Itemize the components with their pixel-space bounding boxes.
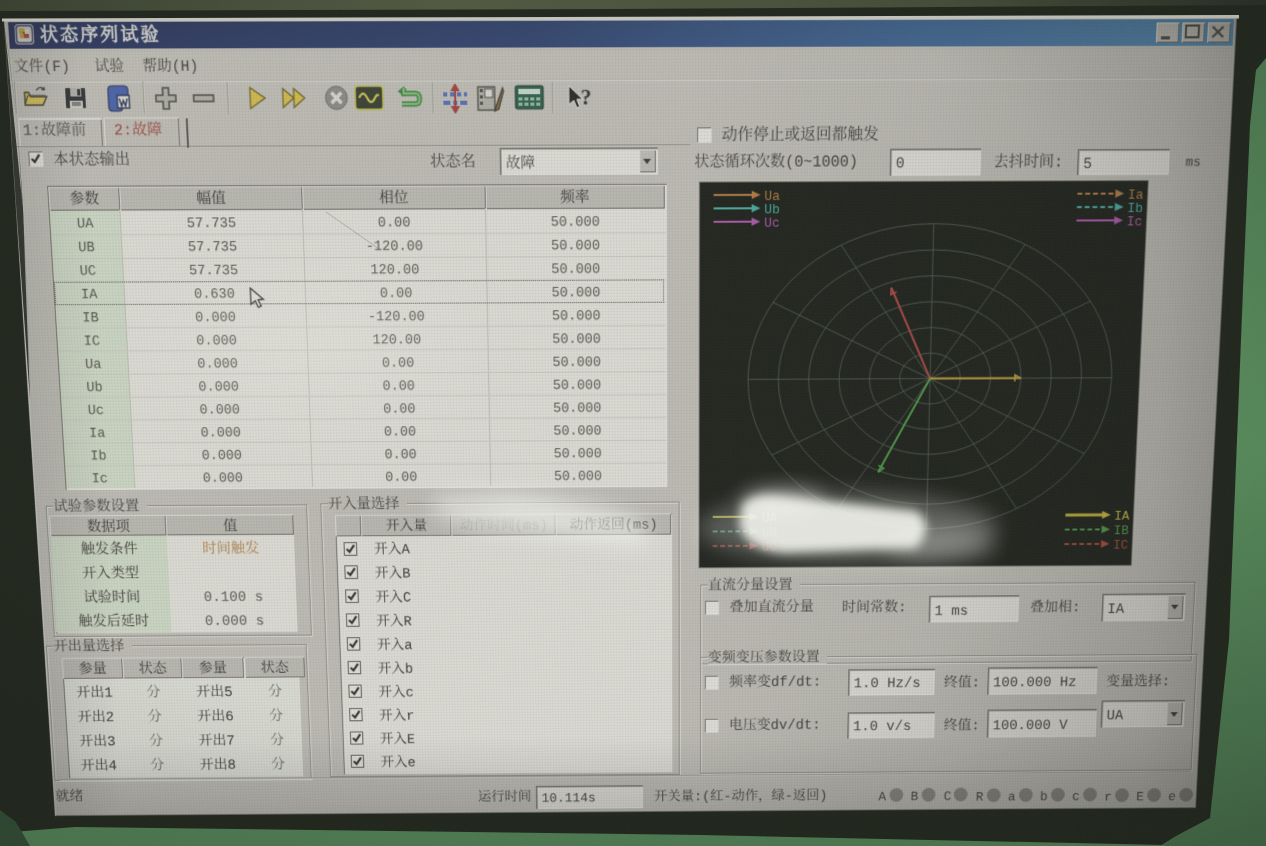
svg-text:100.000 Hz: 100.000 Hz [993,674,1077,691]
svg-text:6: 6 [225,708,234,724]
svg-text::: : [1054,153,1064,171]
svg-text:b: b [1039,791,1047,805]
svg-text:(ms): (ms) [515,517,548,534]
svg-text:b: b [405,661,414,677]
svg-text::: : [971,717,980,733]
svg-text:UC: UC [762,542,777,556]
svg-text:5: 5 [224,684,233,700]
svg-text:1:: 1: [22,122,41,140]
svg-text:IA: IA [1107,601,1125,618]
svg-text:E: E [407,731,416,747]
svg-text:(H): (H) [171,57,198,75]
svg-text::: : [971,674,980,690]
svg-text:-: - [723,789,731,805]
svg-text:R: R [403,613,412,630]
svg-text:100.000 V: 100.000 V [993,717,1069,734]
svg-text:4: 4 [108,758,117,774]
svg-text:0.100 s: 0.100 s [203,589,263,606]
svg-text:1.0 Hz/s: 1.0 Hz/s [853,675,920,692]
svg-text::: : [1162,673,1171,689]
svg-text:c: c [1072,791,1080,805]
svg-text:UA: UA [762,513,778,527]
svg-text:ms: ms [1185,156,1201,171]
svg-text:8: 8 [227,757,236,773]
svg-text:r: r [406,708,415,724]
svg-text:0.000 s: 0.000 s [204,613,264,630]
svg-text:-: - [785,788,793,804]
svg-text:(F): (F) [43,57,71,75]
svg-text:5: 5 [1083,155,1092,173]
svg-text:IA: IA [1114,511,1130,525]
svg-text:0: 0 [895,155,904,173]
svg-text:UA: UA [1107,707,1125,723]
svg-text:IB: IB [1113,525,1128,539]
svg-text:?: ? [581,84,592,109]
svg-text:a: a [404,637,413,653]
svg-text:r: r [1104,791,1112,805]
svg-text::: : [898,599,907,616]
svg-text:2:: 2: [113,122,132,140]
svg-text:e: e [407,755,416,771]
svg-text:Ic: Ic [1126,216,1142,231]
svg-text:UB: UB [762,527,777,541]
svg-text:1.0 v/s: 1.0 v/s [853,719,912,735]
svg-text:2: 2 [105,709,114,725]
svg-text:df/dt:: df/dt: [771,674,821,691]
svg-text:c: c [405,684,414,700]
svg-text:B: B [402,565,411,582]
svg-text:): ) [819,788,827,804]
svg-text:C: C [943,790,951,804]
svg-text:IC: IC [1113,540,1128,554]
svg-text::: : [1071,599,1080,616]
svg-text:10.114s: 10.114s [542,792,596,807]
svg-text:B: B [911,791,919,805]
svg-text::(: :( [694,789,710,805]
svg-text:dv/dt:: dv/dt: [771,717,821,733]
svg-text:a: a [1007,790,1015,804]
svg-text:C: C [403,589,412,606]
svg-text:1 ms: 1 ms [934,603,968,620]
svg-text:E: E [1136,791,1144,805]
svg-text:(0~1000): (0~1000) [785,153,858,171]
svg-text:1: 1 [104,684,113,700]
svg-text:A: A [879,791,887,805]
svg-text:7: 7 [226,733,235,749]
svg-text:Uc: Uc [764,217,780,232]
svg-text:R: R [975,791,983,805]
svg-text:A: A [401,541,411,558]
svg-text:e: e [1168,790,1176,804]
svg-text:3: 3 [106,734,115,750]
svg-text:(ms): (ms) [625,517,658,534]
